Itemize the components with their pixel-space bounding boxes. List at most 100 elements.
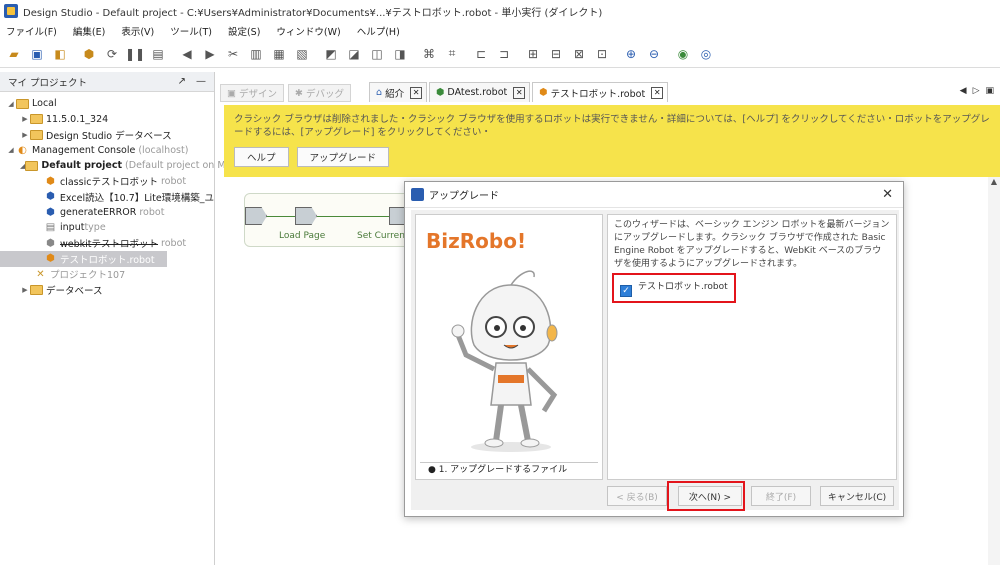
expand-icon[interactable]: ◢ <box>6 146 16 154</box>
collapse-arrow-icon[interactable]: ▶ <box>20 286 30 294</box>
open-icon[interactable]: ▰ <box>4 44 24 64</box>
ungroup-icon[interactable]: ⊟ <box>546 44 566 64</box>
menu-view[interactable]: 表示(V) <box>121 24 154 38</box>
expand-icon[interactable]: ◢ <box>6 100 16 108</box>
link-icon[interactable]: ↗ <box>178 76 186 87</box>
paste-icon[interactable]: ▦ <box>269 44 289 64</box>
console-icon: ◐ <box>18 144 27 156</box>
tab-left-icon[interactable]: ◀ <box>960 86 967 96</box>
tree-item-ds-database[interactable]: ▶ Design Studio データベース <box>0 127 214 143</box>
tab-menu-icon[interactable]: ▣ <box>985 86 994 96</box>
mascot-illustration <box>451 270 558 452</box>
group-icon[interactable]: ⊞ <box>523 44 543 64</box>
cancel-button[interactable]: キャンセル(C) <box>820 486 894 506</box>
help-button[interactable]: ヘルプ <box>234 147 289 167</box>
tab-intro[interactable]: ⌂ 紹介 ✕ <box>369 82 428 102</box>
layout-icon[interactable]: ⊠ <box>569 44 589 64</box>
tree-item-excel-robot[interactable]: ⬢ Excel読込【10.7】Lite環境構築_ユ <box>0 189 214 205</box>
tree-item-project107[interactable]: ✕ プロジェクト107 <box>0 267 214 283</box>
dialog-title: アップグレード <box>429 191 499 202</box>
tab-right-icon[interactable]: ▷ <box>973 86 980 96</box>
save-icon[interactable]: ▣ <box>27 44 47 64</box>
menu-window[interactable]: ウィンドウ(W) <box>276 24 340 38</box>
step-icon[interactable]: ◩ <box>321 44 341 64</box>
copy-icon[interactable]: ▥ <box>246 44 266 64</box>
menu-settings[interactable]: 設定(S) <box>228 24 260 38</box>
menu-tools[interactable]: ツール(T) <box>170 24 212 38</box>
cut-icon[interactable]: ✂ <box>223 44 243 64</box>
upgrade-button[interactable]: アップグレード <box>296 147 390 167</box>
wizard-content-pane: このウィザードは、ベーシック エンジン ロボットを最新バージョンにアップグレード… <box>607 214 897 480</box>
step-over-icon[interactable]: ◫ <box>367 44 387 64</box>
collapse-arrow-icon[interactable]: ▶ <box>20 115 30 123</box>
tree-item-management-console[interactable]: ◢ ◐ Management Console (localhost) <box>0 143 214 159</box>
tab-debug[interactable]: ✱ デバッグ <box>288 84 352 102</box>
tree-item-database[interactable]: ▶ データベース <box>0 282 214 298</box>
node-icon[interactable]: ⊏ <box>471 44 491 64</box>
tree-item-local[interactable]: ◢ Local <box>0 96 214 112</box>
step-into-icon[interactable]: ◪ <box>344 44 364 64</box>
globe-icon[interactable]: ◉ <box>673 44 693 64</box>
project-panel-header: マイ プロジェクト ↗ — <box>0 72 214 92</box>
node-remove-icon[interactable]: ⊐ <box>494 44 514 64</box>
branch-icon[interactable]: ⌘ <box>419 44 439 64</box>
project-panel-title: マイ プロジェクト <box>8 77 88 89</box>
close-tab-icon[interactable]: ✕ <box>410 86 423 99</box>
align-icon[interactable]: ⊡ <box>592 44 612 64</box>
close-tab-icon[interactable]: ✕ <box>651 86 664 99</box>
tree-item-webkit-robot[interactable]: ⬢ webkitテストロボット robot <box>0 236 214 252</box>
flow-start-node[interactable] <box>245 207 267 225</box>
tab-datest[interactable]: ⬢ DAtest.robot ✕ <box>429 82 531 102</box>
save-all-icon[interactable]: ◧ <box>50 44 70 64</box>
robot-checkbox-row[interactable]: ✓ テストロボット.robot <box>612 273 736 303</box>
robot-gray-icon: ⬢ <box>46 237 55 249</box>
home-icon: ⌂ <box>376 87 386 98</box>
forward-icon[interactable]: ▶ <box>200 44 220 64</box>
pause-icon[interactable]: ❚❚ <box>125 44 145 64</box>
refresh-icon[interactable]: ⟳ <box>102 44 122 64</box>
minimize-icon[interactable]: — <box>196 76 206 87</box>
menu-help[interactable]: ヘルプ(H) <box>357 24 400 38</box>
collapse-icon[interactable]: ⊖ <box>644 44 664 64</box>
dialog-buttons: < 戻る(B) 次へ(N) > 終了(F) キャンセル(C) <box>607 486 899 508</box>
merge-icon[interactable]: ⌗ <box>442 44 462 64</box>
close-icon[interactable]: ✕ <box>882 187 893 202</box>
folder-icon <box>30 129 43 140</box>
folder-icon <box>16 98 29 109</box>
tab-design[interactable]: ▣ デザイン <box>220 84 285 102</box>
robot-checkbox[interactable]: ✓ <box>620 285 632 297</box>
stop-icon[interactable]: ▤ <box>148 44 168 64</box>
step-out-icon[interactable]: ◨ <box>390 44 410 64</box>
classic-browser-warning: クラシック ブラウザは削除されました・クラシック ブラウザを使用するロボットは実… <box>224 105 1000 177</box>
tab-test-robot[interactable]: ⬢ テストロボット.robot ✕ <box>532 82 669 102</box>
tree-item-input-type[interactable]: ▤ input type <box>0 220 214 236</box>
delete-icon[interactable]: ▧ <box>292 44 312 64</box>
back-icon[interactable]: ◀ <box>177 44 197 64</box>
tree-item-version[interactable]: ▶ 11.5.0.1_324 <box>0 112 214 128</box>
tree-item-classic-robot[interactable]: ⬢ classicテストロボット robot <box>0 174 214 190</box>
dialog-titlebar: アップグレード ✕ <box>405 182 903 208</box>
scroll-up-icon[interactable]: ▲ <box>988 177 1000 186</box>
flow-load-page-node[interactable] <box>295 207 317 225</box>
web-icon[interactable]: ◎ <box>696 44 716 64</box>
project-tree: ◢ Local ▶ 11.5.0.1_324 ▶ Design Studio デ… <box>0 92 226 298</box>
window-titlebar: Design Studio - Default project - C:¥Use… <box>0 0 1000 22</box>
tree-item-default-project[interactable]: ◢ Default project (Default project on M <box>0 158 226 174</box>
robot-blue-icon: ⬢ <box>46 191 55 203</box>
finish-button[interactable]: 終了(F) <box>751 486 811 506</box>
robot-icon[interactable]: ⬢ <box>79 44 99 64</box>
wizard-description: このウィザードは、ベーシック エンジン ロボットを最新バージョンにアップグレード… <box>614 220 890 269</box>
robot-icon: ⬢ <box>46 253 55 265</box>
menu-edit[interactable]: 編集(E) <box>73 24 105 38</box>
load-page-label: Load Page <box>279 231 326 241</box>
window-title: Design Studio - Default project - C:¥Use… <box>23 7 603 19</box>
vertical-scrollbar[interactable]: ▲ <box>988 177 1000 565</box>
robot-green-icon: ⬢ <box>436 87 448 98</box>
collapse-arrow-icon[interactable]: ▶ <box>20 131 30 139</box>
tree-item-test-robot[interactable]: ⬢ テストロボット.robot <box>0 251 167 267</box>
expand-icon[interactable]: ⊕ <box>621 44 641 64</box>
back-button[interactable]: < 戻る(B) <box>607 486 667 506</box>
tree-item-generate-error[interactable]: ⬢ generateERROR robot <box>0 205 214 221</box>
menu-file[interactable]: ファイル(F) <box>6 24 57 38</box>
close-tab-icon[interactable]: ✕ <box>513 86 526 99</box>
